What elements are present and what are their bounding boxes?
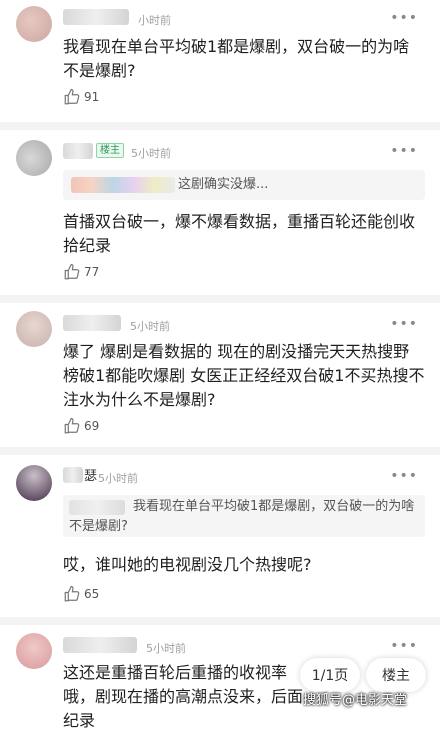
- divider: [0, 122, 440, 130]
- like-count: 69: [84, 419, 100, 433]
- avatar[interactable]: [16, 311, 52, 347]
- more-dots-icon[interactable]: •••: [390, 143, 418, 159]
- comment-time: 5小时前: [130, 320, 170, 333]
- avatar[interactable]: [16, 6, 52, 42]
- comment-text: 我看现在单台平均破1都是爆剧，双台破一的为啥不是爆剧?: [63, 37, 410, 80]
- like-button[interactable]: 69: [63, 417, 99, 435]
- divider: [0, 617, 440, 625]
- thumbs-up-icon: [64, 417, 80, 434]
- owner-only-label: 楼主: [382, 668, 410, 684]
- like-count: 77: [84, 265, 100, 279]
- username-blurred[interactable]: [63, 467, 83, 483]
- username-blurred[interactable]: [63, 315, 121, 331]
- page-indicator-button[interactable]: 1/1页: [300, 658, 360, 692]
- avatar[interactable]: [16, 140, 52, 176]
- like-button[interactable]: 91: [63, 88, 99, 106]
- more-dots-icon[interactable]: •••: [390, 10, 418, 26]
- owner-badge: 楼主: [96, 143, 124, 158]
- avatar[interactable]: [16, 633, 52, 669]
- comment-time: 5小时前: [98, 472, 138, 485]
- quote-text: 我看现在单台平均破1都是爆剧，双台破一的为啥不是爆剧?: [69, 499, 415, 534]
- divider: [0, 295, 440, 303]
- like-button[interactable]: 77: [63, 263, 99, 281]
- thumbs-up-icon: [64, 263, 80, 280]
- quoted-reply[interactable]: 我看现在单台平均破1都是爆剧，双台破一的为啥不是爆剧?: [63, 495, 425, 537]
- username-blurred[interactable]: [63, 9, 129, 25]
- comment-time: 5小时前: [146, 642, 186, 655]
- watermark: 搜狐号@电影天堂: [303, 693, 408, 708]
- username-blurred[interactable]: [63, 637, 137, 653]
- comment-time: 小时前: [138, 14, 171, 27]
- avatar[interactable]: [16, 465, 52, 501]
- comment-text: 首播双台破一，爆不爆看数据，重播百轮还能创收拾纪录: [63, 212, 416, 255]
- username-fragment: 瑟: [84, 469, 98, 484]
- comment-text: 爆了 爆剧是看数据的 现在的剧没播完天天热搜野榜破1都能吹爆剧 女医正正经经双台…: [63, 342, 425, 409]
- page-indicator: 1/1页: [311, 668, 349, 684]
- more-dots-icon[interactable]: •••: [390, 316, 418, 332]
- comment-text: 这还是重播百轮后重播的收视率哦，剧现在播的高潮点没来，后面纪录: [63, 663, 304, 730]
- like-count: 91: [84, 90, 100, 104]
- comment-time: 5小时前: [131, 147, 171, 160]
- thumbs-up-icon: [64, 585, 80, 602]
- quote-author-blurred: [71, 177, 175, 193]
- more-dots-icon[interactable]: •••: [390, 638, 418, 654]
- more-dots-icon[interactable]: •••: [390, 468, 418, 484]
- quoted-reply[interactable]: 这剧确实没爆...: [63, 170, 425, 200]
- username-blurred[interactable]: [63, 143, 93, 159]
- comment-text: 哎，谁叫她的电视剧没几个热搜呢?: [63, 555, 312, 574]
- owner-only-button[interactable]: 楼主: [366, 658, 426, 692]
- like-button[interactable]: 65: [63, 585, 99, 603]
- like-count: 65: [84, 587, 100, 601]
- quote-text: 这剧确实没爆...: [178, 177, 269, 192]
- divider: [0, 447, 440, 455]
- thumbs-up-icon: [64, 88, 80, 105]
